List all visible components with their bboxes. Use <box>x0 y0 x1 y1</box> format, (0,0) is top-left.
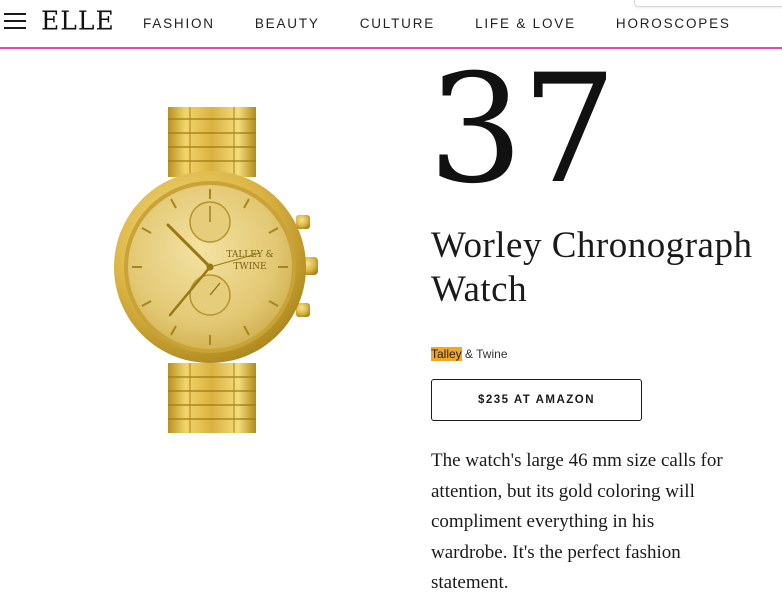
brand-rest: & Twine <box>461 347 508 361</box>
nav-item-beauty[interactable]: BEAUTY <box>255 16 320 31</box>
nav-item-horoscopes[interactable]: HOROSCOPES <box>616 16 731 31</box>
nav-item-life-and-love[interactable]: LIFE & LOVE <box>475 16 576 31</box>
dial-brand-line2: TWINE <box>233 262 266 272</box>
main-nav: FASHION BEAUTY CULTURE LIFE & LOVE HOROS… <box>143 16 771 31</box>
watch-band-bottom <box>168 363 256 433</box>
watch-illustration: TALLEY & TWINE <box>114 107 318 433</box>
brand-highlight: Talley <box>431 347 462 361</box>
dial-brand-line1: TALLEY & <box>226 250 273 260</box>
watch-band-top <box>168 107 256 177</box>
buy-at-amazon-button[interactable]: $235 AT AMAZON <box>431 379 642 421</box>
search-input[interactable] <box>634 0 782 7</box>
rank-number: 37 <box>428 43 617 217</box>
product-image[interactable]: TALLEY & TWINE <box>110 105 320 435</box>
product-description: The watch's large 46 mm size calls for a… <box>431 450 723 593</box>
nav-item-culture[interactable]: CULTURE <box>360 16 435 31</box>
pusher-top <box>296 215 310 229</box>
site-logo[interactable]: ELLE <box>41 5 115 35</box>
site-header: ELLE FASHION BEAUTY CULTURE LIFE & LOVE … <box>0 0 782 49</box>
menu-icon[interactable] <box>4 11 26 31</box>
product-title[interactable]: Worley Chronograph Watch <box>431 224 771 312</box>
brand-name: Talley & Twine <box>431 347 508 361</box>
nav-item-fashion[interactable]: FASHION <box>143 16 215 31</box>
